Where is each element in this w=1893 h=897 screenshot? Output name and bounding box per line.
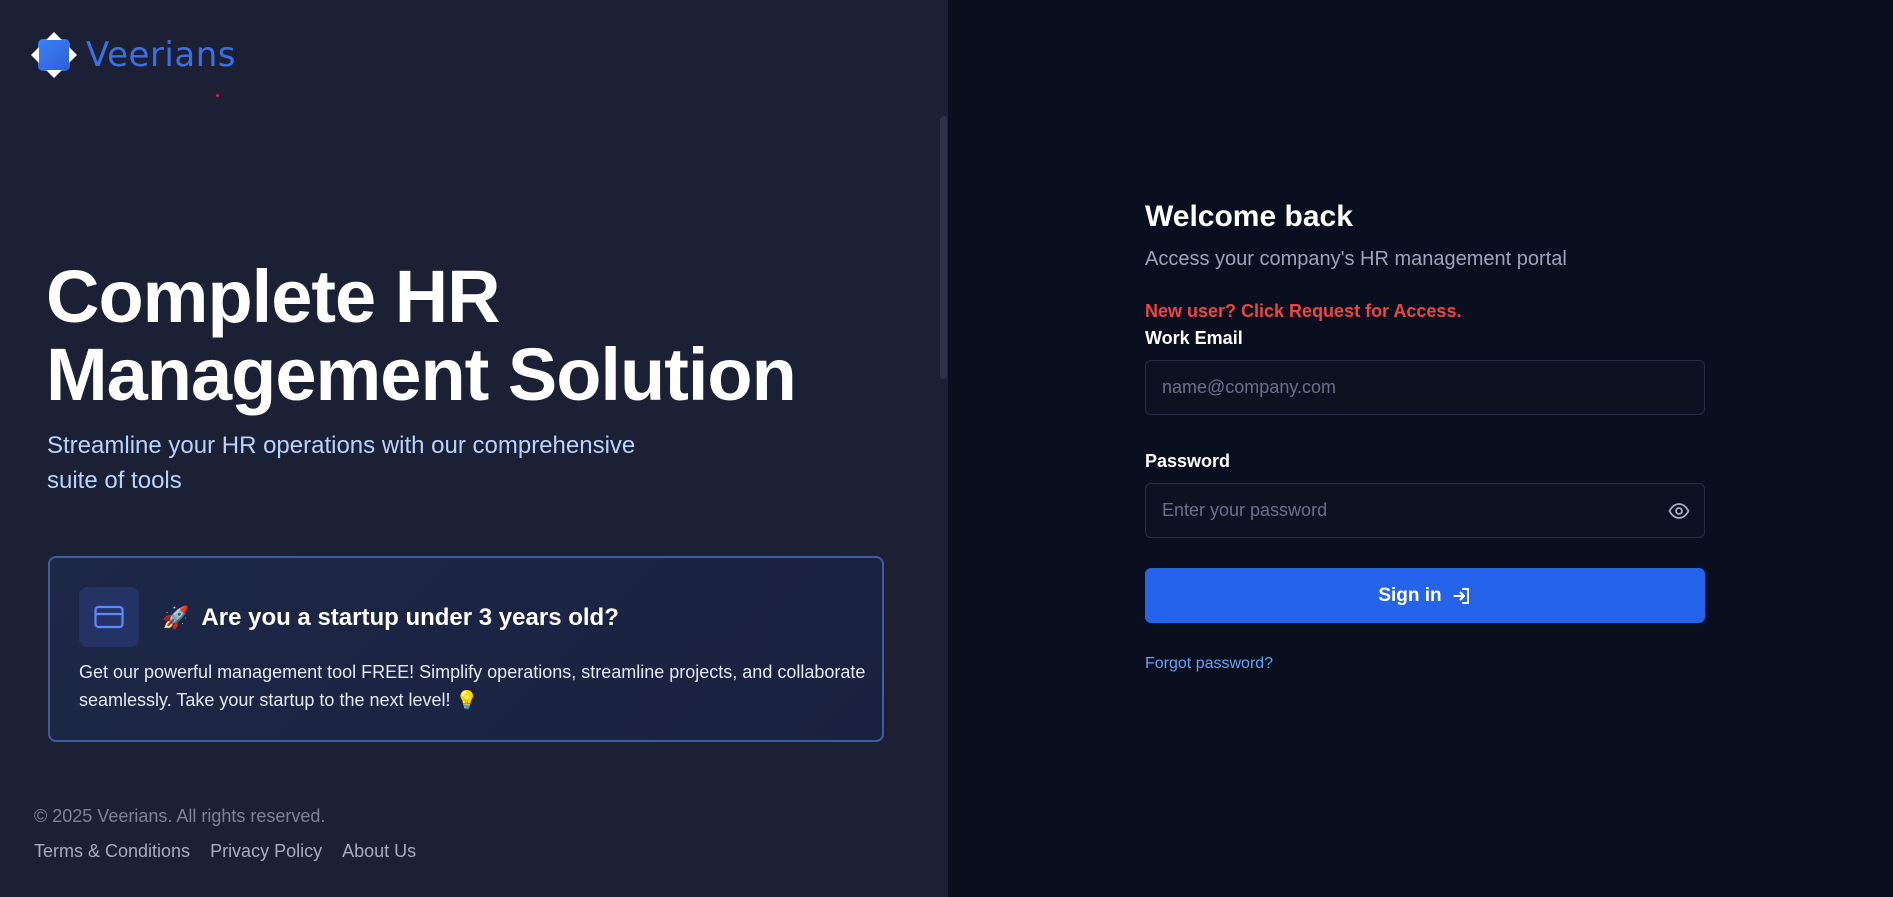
email-field[interactable] <box>1146 361 1704 414</box>
eye-icon[interactable] <box>1668 501 1690 526</box>
terms-link[interactable]: Terms & Conditions <box>34 841 190 862</box>
copyright-text: © 2025 Veerians. All rights reserved. <box>34 806 326 826</box>
hero-subtitle: Streamline your HR operations with our c… <box>47 432 636 494</box>
password-label: Password <box>1145 451 1231 471</box>
rocket-icon: 🚀 <box>162 605 190 630</box>
promo-title-text: Are you a startup under 3 years old? <box>201 604 619 631</box>
promo-icon-box <box>79 587 139 647</box>
password-field[interactable] <box>1146 484 1704 537</box>
login-heading: Welcome back <box>1145 200 1353 233</box>
left-panel: Veerians Complete HR Management Solution… <box>0 0 948 897</box>
promo-description: Get our powerful management tool FREE! S… <box>79 662 866 710</box>
hero-title-line2: Management Solution <box>46 333 797 416</box>
about-link[interactable]: About Us <box>342 841 416 862</box>
signin-label: Sign in <box>1378 584 1442 606</box>
hero-title-line1: Complete HR <box>46 255 501 338</box>
forgot-password-link[interactable]: Forgot password? <box>1145 655 1273 673</box>
logo-icon <box>30 31 78 79</box>
email-field-wrapper <box>1145 360 1705 415</box>
brand-name: Veerians <box>86 35 236 75</box>
password-field-wrapper <box>1145 483 1705 538</box>
new-user-notice[interactable]: New user? Click Request for Access. <box>1145 301 1705 322</box>
login-form: Welcome back Access your company's HR ma… <box>1145 200 1705 673</box>
login-arrow-icon <box>1452 586 1472 606</box>
login-subheading: Access your company's HR management port… <box>1145 248 1567 270</box>
footer-links: Terms & Conditions Privacy Policy About … <box>34 841 416 862</box>
hero-title: Complete HR Management Solution <box>46 258 906 414</box>
brand-logo[interactable]: Veerians <box>30 31 236 79</box>
startup-promo-card: 🚀 Are you a startup under 3 years old? G… <box>48 556 884 742</box>
signin-button[interactable]: Sign in <box>1145 568 1705 623</box>
left-panel-scrollbar[interactable] <box>940 116 947 379</box>
decorative-dot <box>216 94 219 97</box>
credit-card-icon <box>94 605 124 629</box>
privacy-link[interactable]: Privacy Policy <box>210 841 322 862</box>
email-label: Work Email <box>1145 328 1243 348</box>
promo-title: 🚀 Are you a startup under 3 years old? <box>162 604 619 632</box>
